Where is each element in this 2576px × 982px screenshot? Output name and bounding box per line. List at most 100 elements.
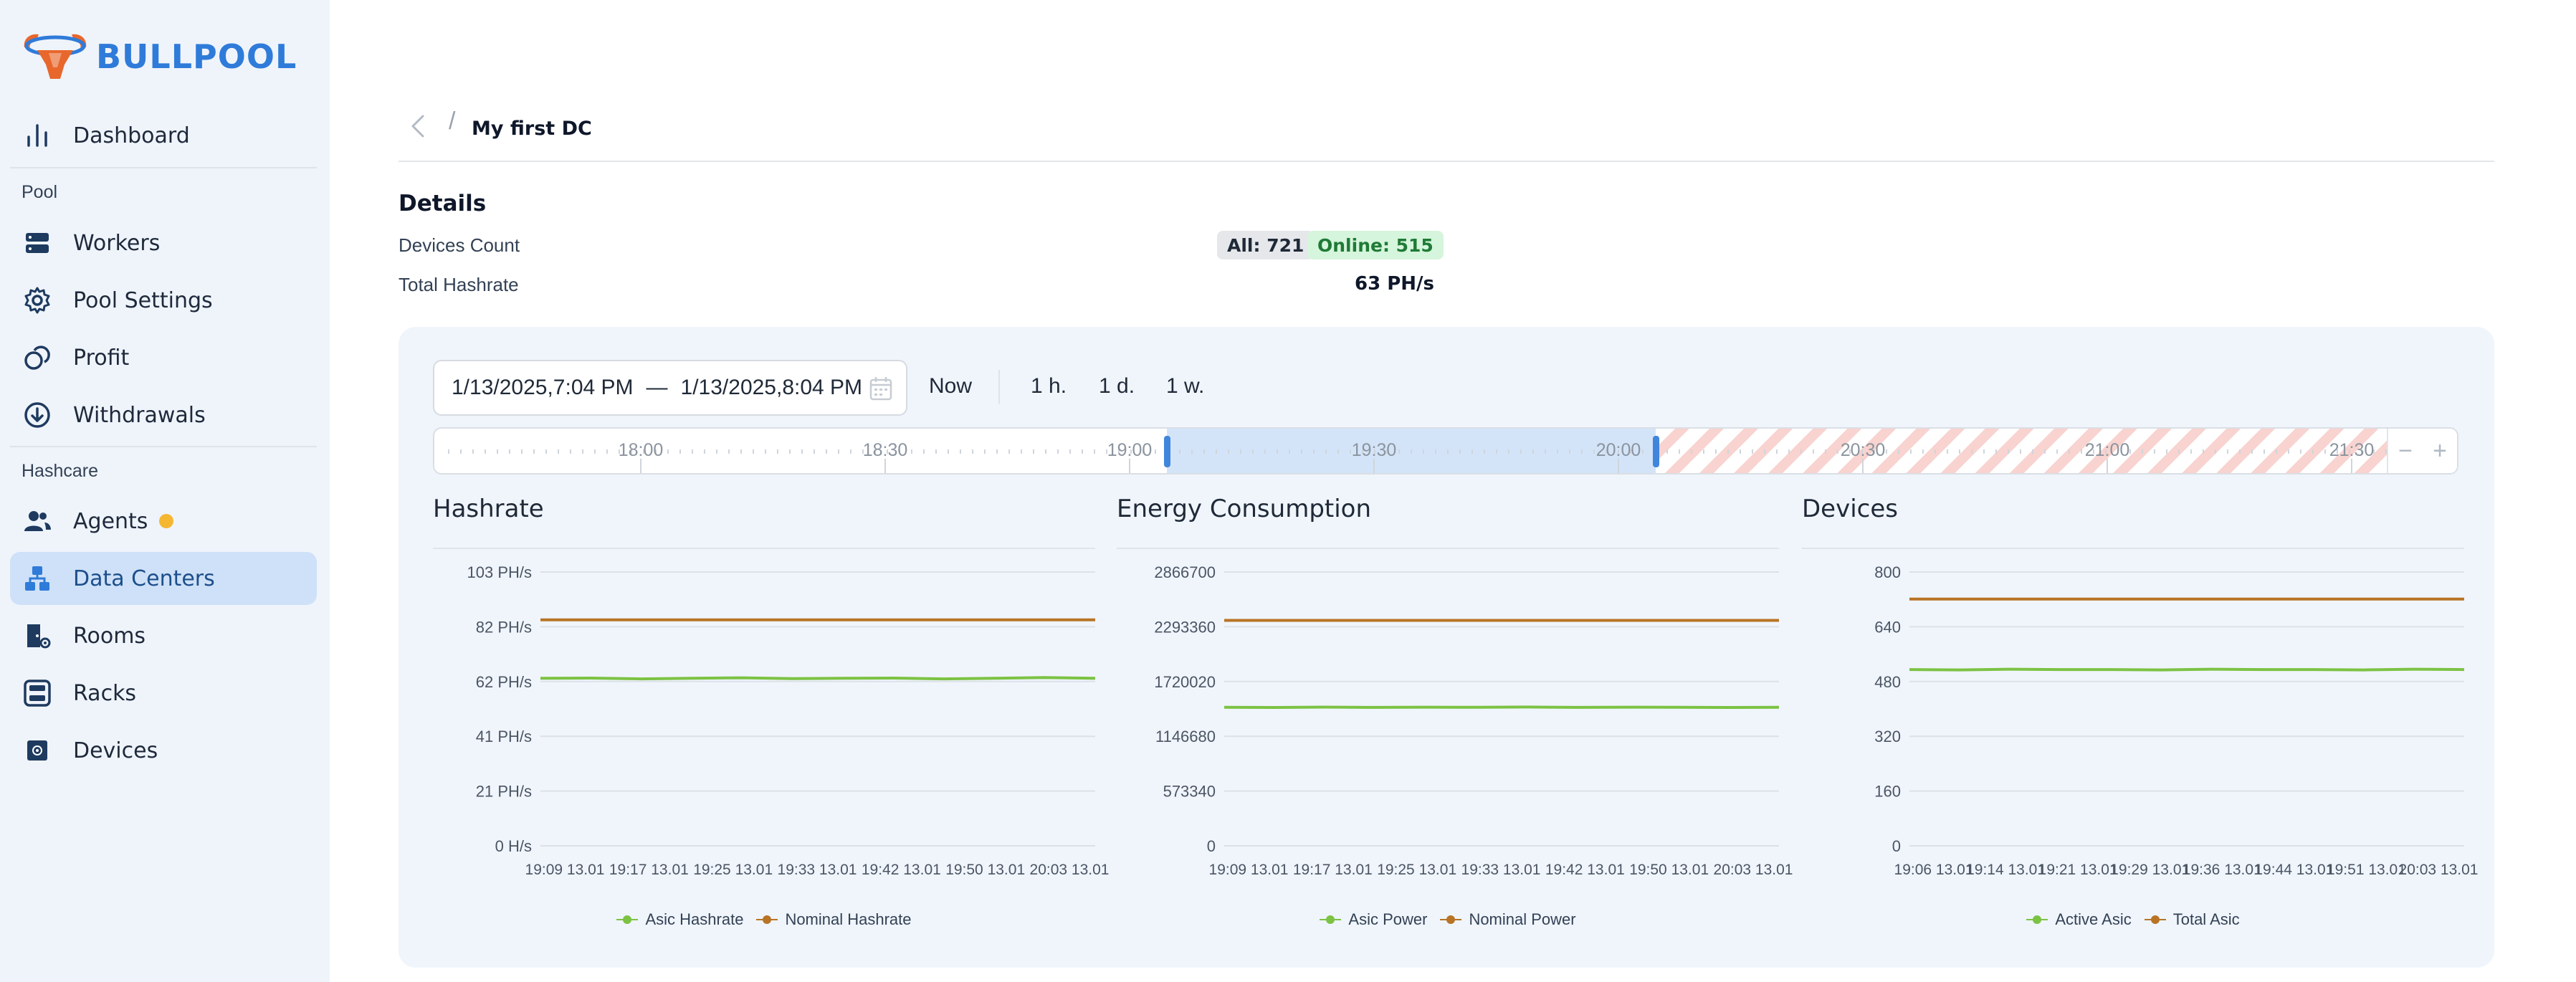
legend-label: Total Asic	[2172, 910, 2240, 928]
y-tick-label: 82 PH/s	[476, 618, 532, 636]
breadcrumb-current: My first DC	[472, 118, 592, 140]
date-range-picker[interactable]: 1/13/2025,7:04 PM — 1/13/2025,8:04 PM	[433, 360, 907, 416]
network-icon	[22, 563, 53, 594]
sidebar-item-data-centers[interactable]: Data Centers	[10, 552, 317, 605]
legend-marker	[616, 915, 639, 925]
arrow-down-circle-icon	[22, 399, 53, 431]
sidebar-item-profit[interactable]: Profit	[10, 331, 317, 384]
x-tick-label: 19:42 13.01	[862, 862, 941, 878]
x-tick-label: 19:17 13.01	[609, 862, 689, 878]
y-tick-label: 320	[1874, 728, 1901, 745]
sidebar-item-racks[interactable]: Racks	[10, 667, 317, 720]
energy-chart: Energy Consumption 0 573340 1146680 1720020…	[1117, 495, 1793, 946]
sidebar-item-dashboard[interactable]: Dashboard	[10, 109, 317, 162]
range-divider	[998, 370, 1000, 404]
y-tick-label: 41 PH/s	[476, 728, 532, 745]
sidebar-item-pool-settings[interactable]: Pool Settings	[10, 274, 317, 327]
timeline-slider[interactable]: 18:00 18:30 19:00 19:30 20:00 20:30 21:00 21:30…	[433, 427, 2458, 475]
server-icon	[22, 227, 53, 259]
total-hashrate-value: 63 PH/s	[1355, 273, 1435, 295]
y-tick-label: 800	[1874, 563, 1901, 581]
logo[interactable]: BULLPOOL	[20, 32, 297, 82]
sidebar-item-label: Dashboard	[73, 123, 190, 148]
legend-label: Active Asic	[2055, 910, 2132, 928]
x-tick-label: 20:03 13.01	[1714, 862, 1793, 878]
zoom-controls: − +	[2387, 429, 2457, 473]
legend-item[interactable]: Asic Power	[1320, 910, 1427, 929]
x-tick-label: 19:36 13.01	[2183, 862, 2262, 878]
x-tick-label: 19:42 13.01	[1545, 862, 1625, 878]
chart-legend: Active Asic Total Asic	[1802, 910, 2464, 929]
y-tick-label: 573340	[1163, 783, 1216, 801]
y-tick-label: 1720020	[1154, 673, 1216, 691]
y-tick-label: 62 PH/s	[476, 673, 532, 691]
zoom-in-button[interactable]: +	[2433, 437, 2447, 465]
section-title-hashcare: Hashcare	[22, 461, 98, 481]
hashrate-plot: 0 H/s 21 PH/s 41 PH/s 62 PH/s 82 PH/s 103 PH/…	[467, 563, 1110, 878]
breadcrumb-separator: /	[449, 108, 456, 135]
sidebar-item-label: Withdrawals	[73, 402, 206, 428]
timeline-tick-label: 21:00	[2085, 440, 2130, 460]
range-handle-end	[1653, 436, 1659, 467]
chart-divider	[433, 548, 1095, 549]
sidebar-item-label: Agents	[73, 508, 148, 534]
devices-chart: Devices 0 160 320 480 640 800 19:06 13.01 19:14…	[1802, 495, 2478, 946]
y-tick-label: 0	[1892, 837, 1901, 855]
timeline-tick-label: 19:30	[1352, 440, 1397, 460]
x-tick-label: 19:50 13.01	[945, 862, 1025, 878]
devices-count-label: Devices Count	[399, 234, 520, 256]
x-tick-label: 19:09 13.01	[1209, 862, 1289, 878]
legend-item[interactable]: Active Asic	[2026, 910, 2132, 929]
legend-item[interactable]: Asic Hashrate	[616, 910, 743, 929]
x-tick-label: 19:25 13.01	[693, 862, 773, 878]
range-1w-button[interactable]: 1 w.	[1166, 374, 1204, 399]
legend-item[interactable]: Total Asic	[2144, 910, 2240, 929]
legend-label: Asic Hashrate	[645, 910, 744, 928]
chart-legend: Asic Power Nominal Power	[1117, 910, 1779, 929]
x-tick-label: 19:51 13.01	[2327, 862, 2406, 878]
legend-label: Asic Power	[1348, 910, 1428, 928]
chart-title: Energy Consumption	[1117, 495, 1372, 523]
y-tick-label: 0	[1207, 837, 1216, 855]
coins-icon	[22, 342, 53, 373]
notification-dot	[159, 514, 174, 528]
legend-marker	[1320, 915, 1342, 925]
range-1d-button[interactable]: 1 d.	[1099, 374, 1135, 399]
sidebar-item-devices[interactable]: Devices	[10, 724, 317, 777]
chart-title: Hashrate	[433, 495, 544, 523]
sidebar-item-agents[interactable]: Agents	[10, 495, 317, 548]
sidebar-item-rooms[interactable]: Rooms	[10, 609, 317, 662]
series-line	[540, 676, 1096, 681]
legend-item[interactable]: Nominal Power	[1440, 910, 1576, 929]
chart-legend: Asic Hashrate Nominal Hashrate	[433, 910, 1095, 929]
x-tick-label: 19:06 13.01	[1894, 862, 1974, 878]
sidebar: BULLPOOL Dashboard Pool Workers Pool Set…	[0, 0, 330, 982]
timeline-tick-label: 21:30	[2329, 440, 2375, 460]
zoom-out-button[interactable]: −	[2398, 437, 2413, 465]
legend-item[interactable]: Nominal Hashrate	[756, 910, 912, 929]
divider	[10, 167, 317, 168]
total-hashrate-label: Total Hashrate	[399, 274, 519, 295]
date-range-start: 1/13/2025,7:04 PM	[452, 376, 634, 399]
now-button[interactable]: Now	[929, 374, 972, 399]
rack-icon	[22, 677, 53, 709]
sidebar-item-label: Rooms	[73, 623, 146, 649]
calendar-icon	[869, 377, 892, 401]
header-divider	[399, 161, 2494, 162]
hashrate-chart: Hashrate 0 H/s 21 PH/s 41 PH/s 62 PH/s 82 PH…	[433, 495, 1110, 946]
online-devices-badge: Online: 515	[1307, 231, 1444, 259]
brand-name: BULLPOOL	[96, 37, 297, 76]
back-button[interactable]	[407, 110, 429, 142]
x-tick-label: 19:14 13.01	[1966, 862, 2046, 878]
range-1h-button[interactable]: 1 h.	[1031, 374, 1067, 399]
bar-chart-icon	[22, 120, 53, 151]
chart-title: Devices	[1802, 495, 1898, 523]
sidebar-item-label: Workers	[73, 230, 161, 256]
legend-label: Nominal Hashrate	[785, 910, 912, 928]
timeline-track: 18:00 18:30 19:00 19:30 20:00 20:30 21:00 21:30	[448, 429, 2394, 473]
sidebar-item-withdrawals[interactable]: Withdrawals	[10, 388, 317, 442]
chart-divider	[1117, 548, 1779, 549]
future-region	[1656, 429, 2394, 473]
y-tick-label: 2293360	[1154, 618, 1216, 636]
sidebar-item-workers[interactable]: Workers	[10, 216, 317, 270]
